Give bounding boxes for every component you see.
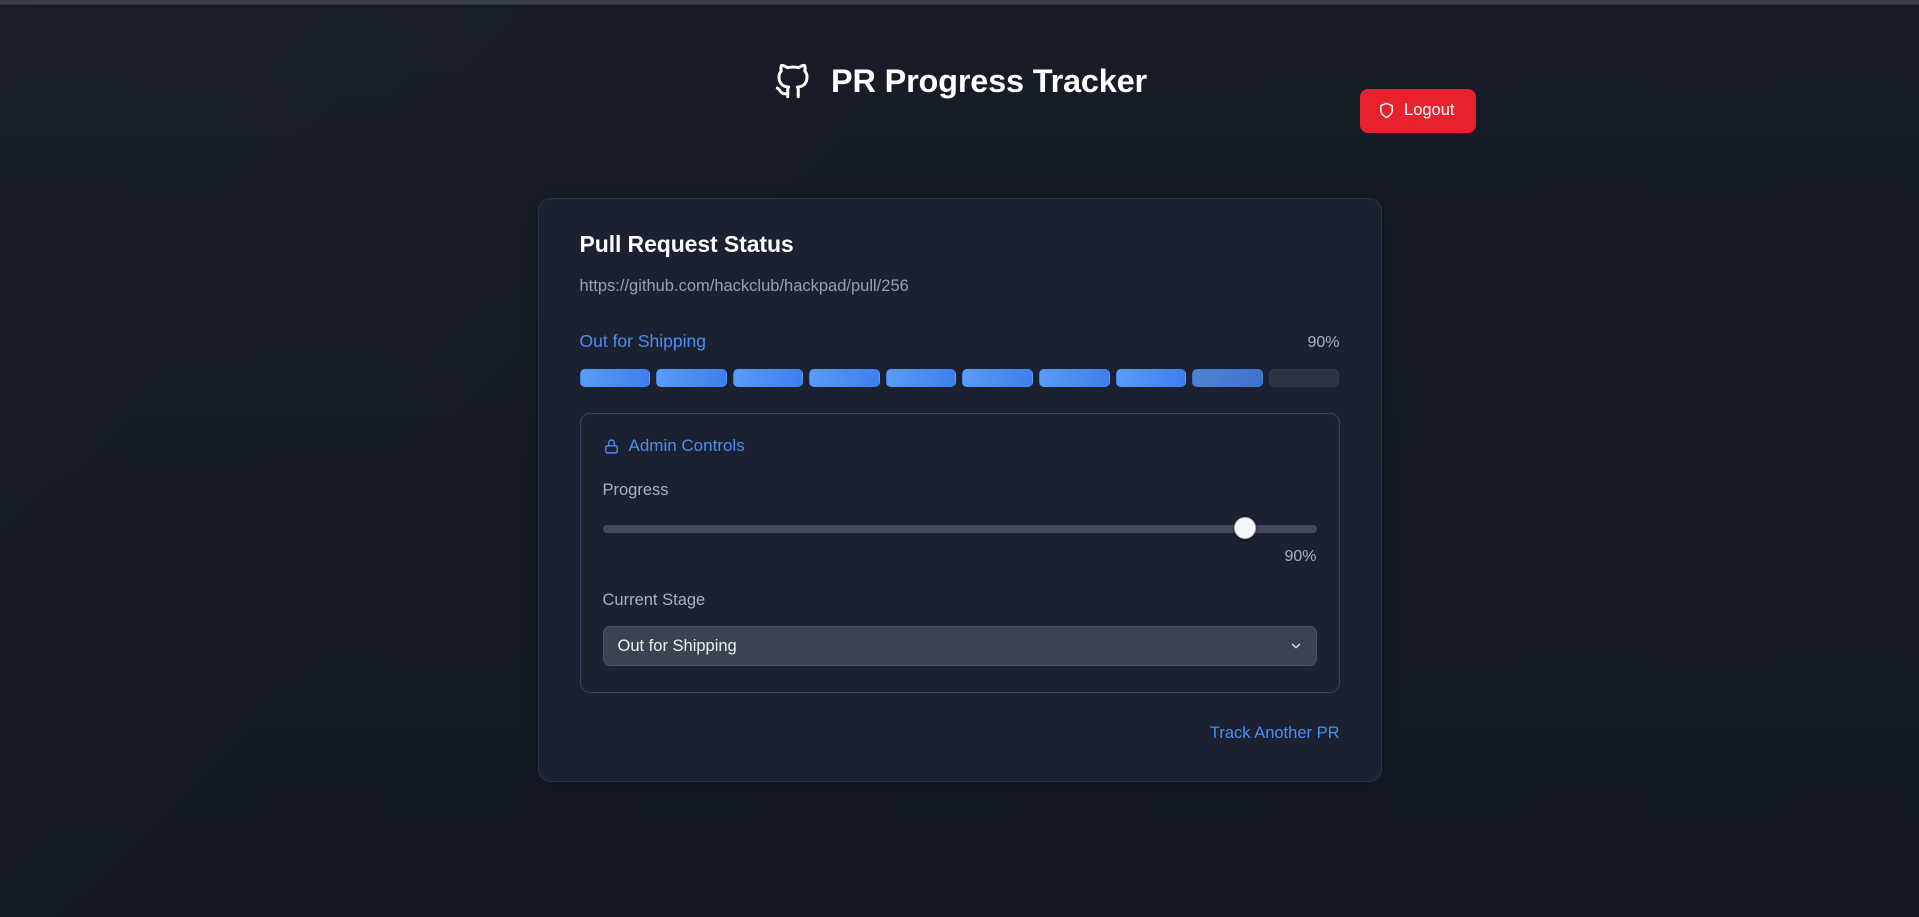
progress-segment xyxy=(1115,369,1187,387)
stage-select-value: Out for Shipping xyxy=(617,636,737,655)
stage-field-label: Current Stage xyxy=(602,591,706,609)
stage-select[interactable]: Out for Shipping xyxy=(602,626,1317,666)
page-container: PR Progress Tracker Logout Pull Request … xyxy=(537,6,1476,782)
track-another-pr-link[interactable]: Track Another PR xyxy=(1210,724,1340,743)
admin-controls-title: Admin Controls xyxy=(628,436,745,455)
app-viewport: PR Progress Tracker Logout Pull Request … xyxy=(0,0,1919,917)
pr-status-card: Pull Request Status https://github.com/h… xyxy=(537,198,1382,782)
github-icon xyxy=(772,60,814,102)
lock-icon xyxy=(603,437,620,456)
slider-track[interactable] xyxy=(602,525,1317,533)
progress-segment xyxy=(732,369,804,387)
progress-segment xyxy=(809,369,880,387)
progress-percent-label: 90% xyxy=(1307,334,1340,351)
page-title: PR Progress Tracker xyxy=(831,62,1147,99)
logout-button[interactable]: Logout xyxy=(1360,89,1476,133)
progress-segment xyxy=(885,369,957,387)
progress-slider[interactable] xyxy=(602,517,1317,540)
card-footer: Track Another PR xyxy=(580,724,1340,743)
app-header: PR Progress Tracker Logout xyxy=(538,6,1476,156)
brand: PR Progress Tracker xyxy=(772,60,1147,102)
slider-thumb[interactable] xyxy=(1234,517,1257,539)
status-row: Out for Shipping 90% xyxy=(580,331,1340,352)
slider-value-label: 90% xyxy=(1284,548,1317,565)
admin-controls-panel: Admin Controls Progress 90% Current Stag… xyxy=(579,413,1340,693)
progress-segment xyxy=(1268,369,1340,387)
progress-segment xyxy=(656,369,727,387)
progress-segment xyxy=(579,369,651,387)
progress-segment xyxy=(1192,369,1263,387)
progress-segment xyxy=(1039,369,1110,387)
card-title: Pull Request Status xyxy=(579,231,794,257)
current-stage-label: Out for Shipping xyxy=(579,331,706,351)
progress-segments xyxy=(579,369,1340,387)
pr-url: https://github.com/hackclub/hackpad/pull… xyxy=(579,277,909,295)
progress-field-label: Progress xyxy=(602,481,669,499)
progress-segment xyxy=(962,369,1034,387)
shield-icon xyxy=(1378,101,1395,120)
logout-button-label: Logout xyxy=(1404,101,1455,120)
admin-controls-header: Admin Controls xyxy=(603,436,1317,456)
